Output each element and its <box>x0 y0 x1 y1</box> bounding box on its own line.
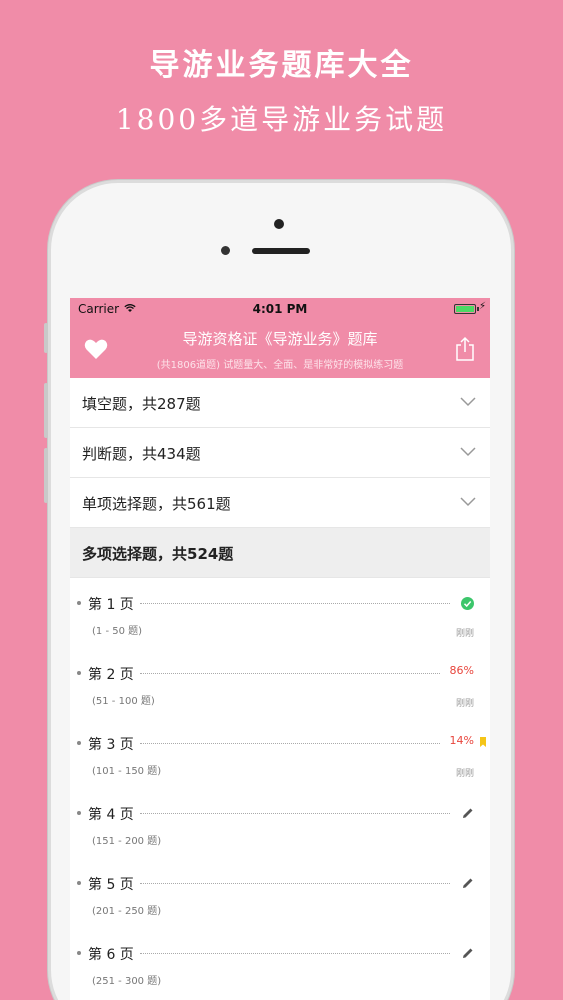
page-list: 第 1 页 (1 - 50 题) 刚刚 第 2 页 86% (51 - 100 … <box>70 578 490 998</box>
check-icon <box>461 597 474 610</box>
phone-volume-down <box>44 448 48 503</box>
page-range: (201 - 250 题) <box>92 906 162 917</box>
pencil-icon <box>463 878 473 888</box>
phone-volume-up <box>44 383 48 438</box>
page-item-5[interactable]: 第 5 页 (201 - 250 题) <box>70 858 490 928</box>
pencil-icon <box>463 948 473 958</box>
chevron-down-icon <box>460 497 476 507</box>
dotted-leader <box>140 603 450 604</box>
chevron-down-icon <box>460 397 476 407</box>
status-time: 4:01 PM <box>252 302 308 316</box>
page-time: 刚刚 <box>455 699 474 709</box>
section-multiple-choice[interactable]: 多项选择题，共524题 <box>70 528 490 578</box>
nav-subtitle: (共1806道题) 试题量大、全面、是非常好的模拟练习题 <box>156 360 404 371</box>
page-item-6[interactable]: 第 6 页 (251 - 300 题) <box>70 928 490 998</box>
promo-subtitle: 1800多道导游业务试题 <box>115 103 448 136</box>
page-range: (1 - 50 题) <box>92 626 143 637</box>
page-time: 刚刚 <box>455 769 474 779</box>
dotted-leader <box>140 953 450 954</box>
page-name: 第 4 页 <box>88 807 134 823</box>
section-fill-blank[interactable]: 填空题，共287题 <box>70 378 490 428</box>
page-name: 第 5 页 <box>88 877 134 893</box>
battery-icon <box>454 304 476 314</box>
page-item-3[interactable]: 第 3 页 14% (101 - 150 题) 刚刚 <box>70 718 490 788</box>
page-range: (101 - 150 题) <box>92 766 162 777</box>
page-name: 第 3 页 <box>88 737 134 753</box>
promo-title: 导游业务题库大全 <box>149 48 414 83</box>
progress-percent: 14% <box>449 734 474 747</box>
dotted-leader <box>140 883 450 884</box>
phone-camera <box>274 219 284 229</box>
page-range: (51 - 100 题) <box>92 696 155 707</box>
share-icon[interactable] <box>454 336 476 362</box>
section-single-choice[interactable]: 单项选择题，共561题 <box>70 478 490 528</box>
page-range: (251 - 300 题) <box>92 976 162 987</box>
page-time: 刚刚 <box>455 629 474 639</box>
page-name: 第 2 页 <box>88 667 134 683</box>
nav-bar: 导游资格证《导游业务》题库 (共1806道题) 试题量大、全面、是非常好的模拟练… <box>70 320 490 378</box>
nav-title: 导游资格证《导游业务》题库 <box>182 330 378 348</box>
chevron-down-icon <box>460 447 476 457</box>
phone-sensor <box>221 246 230 255</box>
pencil-icon <box>463 808 473 818</box>
status-bar: Carrier 4:01 PM ⚡ <box>70 298 490 320</box>
page-name: 第 6 页 <box>88 947 134 963</box>
progress-percent: 86% <box>449 664 474 677</box>
bullet <box>77 951 81 955</box>
phone-speaker <box>252 248 310 254</box>
section-label: 单项选择题，共561题 <box>82 495 231 513</box>
page-item-2[interactable]: 第 2 页 86% (51 - 100 题) 刚刚 <box>70 648 490 718</box>
charging-icon: ⚡ <box>478 301 486 312</box>
page-item-1[interactable]: 第 1 页 (1 - 50 题) 刚刚 <box>70 578 490 648</box>
section-true-false[interactable]: 判断题，共434题 <box>70 428 490 478</box>
section-label: 填空题，共287题 <box>82 395 201 413</box>
bullet <box>77 741 81 745</box>
section-label: 多项选择题，共524题 <box>82 545 234 563</box>
dotted-leader <box>140 673 440 674</box>
bullet <box>77 601 81 605</box>
bullet <box>77 671 81 675</box>
bullet <box>77 881 81 885</box>
page-range: (151 - 200 题) <box>92 836 162 847</box>
bookmark-icon <box>480 737 486 747</box>
phone-mute-switch <box>44 323 48 353</box>
page-item-4[interactable]: 第 4 页 (151 - 200 题) <box>70 788 490 858</box>
dotted-leader <box>140 743 440 744</box>
bullet <box>77 811 81 815</box>
section-label: 判断题，共434题 <box>82 445 201 463</box>
page-name: 第 1 页 <box>88 597 134 613</box>
dotted-leader <box>140 813 450 814</box>
app-screen: Carrier 4:01 PM ⚡ 导游资格证《导游业务》题库 (共1806道题… <box>70 298 490 1000</box>
